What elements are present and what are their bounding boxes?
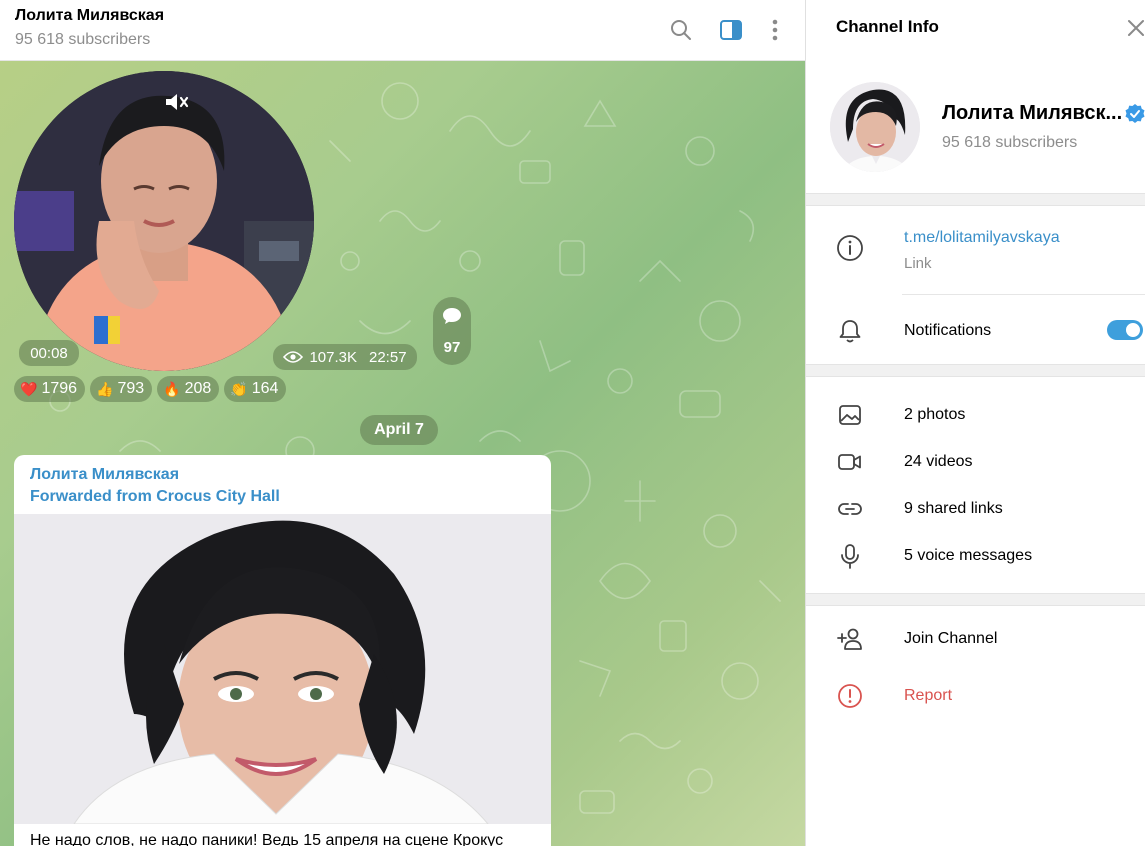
- heart-icon: ❤️: [20, 380, 38, 397]
- forwarded-from-link[interactable]: Forwarded from Crocus City Hall: [30, 488, 280, 506]
- round-video-message[interactable]: [14, 71, 314, 371]
- link-icon: [838, 503, 862, 515]
- info-circle-icon: [837, 235, 863, 261]
- chat-background: 00:08 107.3K 22:57 97 ❤️ 1796 👍 793 🔥 208 👏…: [0, 61, 805, 846]
- fire-icon: 🔥: [163, 380, 181, 397]
- avatar-image: [830, 82, 920, 172]
- portrait-image: [14, 514, 551, 824]
- comment-bubble-icon: [443, 308, 461, 324]
- notifications-label: Notifications: [904, 322, 992, 339]
- voice-messages-label: 5 voice messages: [904, 547, 1033, 564]
- join-channel-row[interactable]: Join Channel: [806, 619, 1145, 659]
- reaction-clap[interactable]: 👏 164: [224, 376, 287, 402]
- channel-avatar[interactable]: [830, 82, 920, 172]
- toggle-knob: [1124, 321, 1142, 339]
- reaction-count: 793: [117, 380, 145, 397]
- comments-count: 97: [443, 339, 461, 356]
- alert-icon: [838, 684, 862, 708]
- post-photo[interactable]: [14, 514, 551, 824]
- channel-subscribers: 95 618 subscribers: [942, 134, 1078, 151]
- section-divider: [806, 193, 1145, 206]
- reaction-count: 164: [251, 380, 279, 397]
- reaction-fire[interactable]: 🔥 208: [157, 376, 220, 402]
- add-user-icon: [837, 628, 862, 650]
- chat-area: Лолита Милявская 95 618 subscribers 00:0…: [0, 0, 805, 846]
- microphone-icon: [841, 544, 859, 569]
- panel-title: Channel Info: [836, 17, 939, 36]
- video-frame: [14, 71, 314, 371]
- reaction-count: 1796: [41, 380, 78, 397]
- reaction-count: 208: [184, 380, 212, 397]
- channel-link[interactable]: t.me/lolitamilyavskaya: [904, 229, 1060, 247]
- notifications-toggle[interactable]: [1107, 320, 1143, 340]
- shared-links-label: 9 shared links: [904, 500, 1003, 517]
- link-caption: Link: [904, 255, 932, 272]
- channel-name: Лолита Милявск...: [942, 102, 1123, 124]
- verified-badge-icon: [1125, 104, 1145, 123]
- video-duration: 00:08: [19, 340, 79, 366]
- shared-links-row[interactable]: 9 shared links: [806, 489, 1145, 529]
- join-channel-label: Join Channel: [904, 630, 998, 647]
- views-count: 107.3K: [309, 348, 357, 366]
- photos-label: 2 photos: [904, 406, 966, 423]
- chat-subscribers: 95 618 subscribers: [15, 31, 151, 48]
- videos-label: 24 videos: [904, 453, 973, 470]
- close-icon[interactable]: [1124, 16, 1145, 40]
- section-divider: [806, 593, 1145, 606]
- clap-icon: 👏: [230, 380, 248, 397]
- date-separator: April 7: [360, 415, 438, 445]
- row-divider: [902, 294, 1145, 295]
- channel-info-panel: Channel Info Лолита Милявск... 95 618 su…: [805, 0, 1145, 846]
- search-icon[interactable]: [666, 15, 696, 45]
- videos-row[interactable]: 24 videos: [806, 442, 1145, 482]
- chat-header[interactable]: Лолита Милявская 95 618 subscribers: [0, 0, 805, 61]
- notifications-row[interactable]: Notifications: [806, 311, 1145, 351]
- video-icon: [838, 454, 861, 470]
- comments-button[interactable]: 97: [433, 297, 471, 365]
- more-options-icon[interactable]: [760, 15, 790, 45]
- chat-title[interactable]: Лолита Милявская: [15, 7, 164, 25]
- bell-icon: [839, 320, 861, 343]
- section-divider: [806, 364, 1145, 377]
- report-label: Report: [904, 687, 953, 704]
- muted-speaker-icon[interactable]: [164, 91, 190, 113]
- message-time: 22:57: [369, 348, 407, 366]
- sidebar-toggle-icon[interactable]: [716, 15, 746, 45]
- post-text: Не надо слов, не надо паники! Ведь 15 ап…: [30, 832, 504, 846]
- views-eye-icon: [283, 351, 304, 363]
- reactions-bar: ❤️ 1796 👍 793 🔥 208 👏 164: [14, 376, 287, 402]
- photos-row[interactable]: 2 photos: [806, 395, 1145, 435]
- reaction-heart[interactable]: ❤️ 1796: [14, 376, 86, 402]
- post-author[interactable]: Лолита Милявская: [30, 466, 179, 484]
- reaction-thumbs-up[interactable]: 👍 793: [90, 376, 153, 402]
- thumbs-up-icon: 👍: [96, 380, 114, 397]
- report-row[interactable]: Report: [806, 676, 1145, 716]
- video-meta: 107.3K 22:57: [273, 344, 417, 370]
- photo-icon: [839, 405, 861, 425]
- voice-messages-row[interactable]: 5 voice messages: [806, 536, 1145, 576]
- forwarded-post[interactable]: Лолита Милявская Forwarded from Crocus C…: [14, 455, 551, 846]
